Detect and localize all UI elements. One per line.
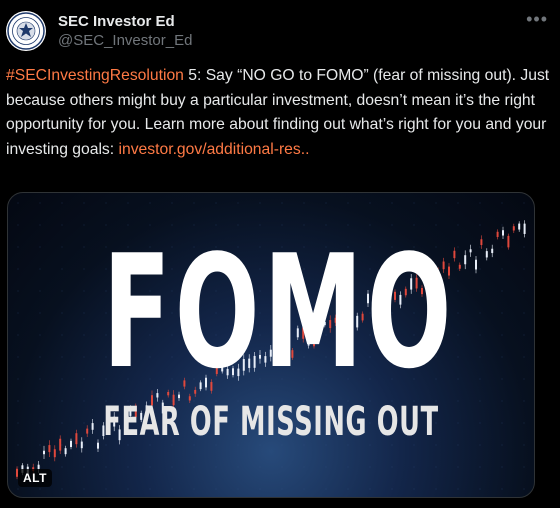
sec-seal-icon <box>7 12 45 50</box>
alt-text-badge[interactable]: ALT <box>18 469 52 487</box>
candle-body <box>507 235 510 248</box>
candle-body <box>59 438 62 451</box>
candle-body <box>80 441 83 449</box>
more-options-icon[interactable]: ••• <box>526 10 548 28</box>
account-handle[interactable]: @SEC_Investor_Ed <box>58 31 192 51</box>
candle-body <box>502 230 504 236</box>
media-subtitle: FEAR OF MISSING OUT <box>103 399 439 445</box>
tweet-media-image[interactable]: FOMO FEAR OF MISSING OUT ALT <box>7 192 535 498</box>
hashtag-link[interactable]: #SECInvestingResolution <box>6 67 184 84</box>
candle-body <box>496 231 499 237</box>
candle-body <box>97 442 99 449</box>
candle-body <box>512 226 515 231</box>
candle-body <box>464 255 467 265</box>
candle-body <box>91 423 94 430</box>
candle-body <box>458 264 461 269</box>
tweet-url-link[interactable]: investor.gov/additional-res.. <box>119 141 310 158</box>
candle-body <box>64 448 67 455</box>
candle-body <box>518 223 521 230</box>
display-name[interactable]: SEC Investor Ed <box>58 12 192 31</box>
candle-body <box>491 248 494 254</box>
candle-body <box>48 445 51 453</box>
candle-body <box>86 428 89 434</box>
candle-body <box>523 223 526 234</box>
account-names: SEC Investor Ed @SEC_Investor_Ed <box>58 12 192 51</box>
candle-body <box>469 249 472 253</box>
tweet-header: SEC Investor Ed @SEC_Investor_Ed <box>6 11 192 51</box>
media-headline: FOMO <box>102 221 456 403</box>
tweet-card[interactable]: SEC Investor Ed @SEC_Investor_Ed ••• #SE… <box>0 0 560 508</box>
avatar[interactable] <box>6 11 46 51</box>
candle-body <box>475 259 477 270</box>
candle-body <box>43 450 45 455</box>
candle-body <box>480 239 483 246</box>
candle-body <box>485 251 488 258</box>
candle-body <box>53 449 56 458</box>
candle-body <box>75 433 78 445</box>
tweet-text: #SECInvestingResolution 5: Say “NO GO to… <box>6 64 552 162</box>
candle-body <box>70 440 72 448</box>
